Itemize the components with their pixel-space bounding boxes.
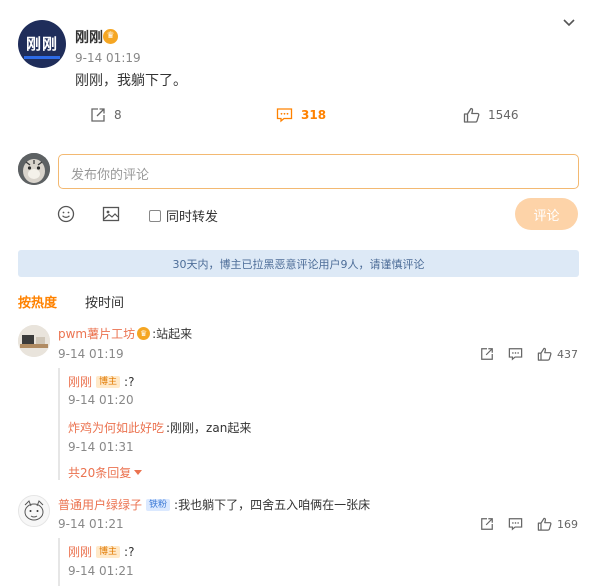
share-icon[interactable]	[480, 347, 494, 361]
avatar-logo-stripe	[24, 56, 60, 59]
comment-2-line: 普通用户绿绿子 铁粉 :我也躺下了，四舍五入咱俩在一张床	[58, 496, 370, 513]
comment-1-like-count: 437	[557, 347, 578, 361]
comment-1-text: :站起来	[152, 327, 193, 341]
comment-input[interactable]: 发布你的评论	[58, 154, 579, 189]
tab-sort-hot[interactable]: 按热度	[18, 292, 57, 311]
share-icon[interactable]	[480, 517, 494, 531]
repost-checkbox[interactable]: 同时转发	[149, 206, 218, 225]
avatar-logo-text: 刚刚	[25, 34, 58, 53]
comment-2-text: :我也躺下了，四舍五入咱俩在一张床	[174, 498, 371, 512]
share-button[interactable]: 8	[90, 107, 122, 123]
reply-line: 刚刚 博主 :?	[68, 543, 134, 560]
reply-time: 9-14 01:20	[68, 393, 134, 407]
post-time[interactable]: 9-14 01:19	[75, 51, 141, 65]
tiger-avatar-image	[18, 153, 50, 185]
caret-down-icon	[134, 469, 143, 475]
like-count: 1546	[488, 108, 519, 122]
desk-avatar-image	[18, 325, 50, 357]
author-name[interactable]: 刚刚	[75, 27, 103, 47]
vip-crown-icon: ♛	[137, 327, 151, 340]
comment-2-like-button[interactable]: 169	[537, 517, 578, 531]
comment-1-time: 9-14 01:19	[58, 347, 124, 361]
vip-crown-icon: ♛	[103, 29, 118, 44]
thumbs-up-icon	[537, 517, 552, 531]
reply-line: 刚刚 博主 :?	[68, 373, 134, 390]
submit-comment-button[interactable]: 评论	[515, 198, 578, 230]
tab-sort-time[interactable]: 按时间	[85, 292, 124, 311]
blogger-tag: 博主	[96, 545, 121, 558]
reply-user[interactable]: 刚刚	[68, 543, 92, 560]
comment-button[interactable]: 318	[276, 107, 326, 123]
comment-count: 318	[301, 108, 327, 122]
thumbs-up-icon	[537, 347, 552, 361]
chevron-down-icon[interactable]	[561, 14, 577, 30]
more-replies-link[interactable]: 共20条回复	[68, 464, 143, 481]
commenter-avatar[interactable]	[18, 495, 50, 527]
my-avatar[interactable]	[18, 153, 50, 185]
comment-2-user[interactable]: 普通用户绿绿子	[58, 496, 142, 513]
comment-2-actions: 169	[480, 517, 578, 531]
more-replies-label: 共20条回复	[68, 466, 132, 480]
comment-1-actions: 437	[480, 347, 578, 361]
reply-text: :?	[124, 544, 135, 559]
post-text: 刚刚，我躺下了。	[75, 73, 187, 89]
reply-text: :刚刚，zan起来	[166, 421, 252, 435]
reply-time: 9-14 01:31	[68, 440, 134, 454]
like-button[interactable]: 1546	[463, 107, 519, 123]
comment-1-like-button[interactable]: 437	[537, 347, 578, 361]
sketch-avatar-image	[19, 496, 49, 526]
reply-user[interactable]: 炸鸡为何如此好吃	[68, 419, 164, 436]
reply-time: 9-14 01:21	[68, 564, 134, 578]
blogger-tag: 博主	[96, 375, 121, 388]
reply-text: :?	[124, 374, 135, 389]
repost-label: 同时转发	[166, 210, 219, 225]
share-icon	[91, 108, 105, 122]
reply-line: 炸鸡为何如此好吃 :刚刚，zan起来	[68, 419, 251, 436]
reply-thread	[58, 538, 578, 586]
comment-icon	[276, 108, 293, 123]
comment-1-user[interactable]: pwm薯片工坊	[58, 325, 135, 342]
fan-level-tag: 铁粉	[146, 498, 171, 511]
comment-2-time: 9-14 01:21	[58, 517, 124, 531]
image-icon[interactable]	[102, 205, 120, 223]
reply-user[interactable]: 刚刚	[68, 373, 92, 390]
author-avatar[interactable]: 刚刚	[18, 20, 66, 68]
commenter-avatar[interactable]	[18, 325, 50, 357]
share-count: 8	[114, 108, 122, 122]
comment-1-line: pwm薯片工坊 ♛ :站起来	[58, 325, 192, 342]
comment-2-like-count: 169	[557, 517, 578, 531]
moderation-notice: 30天内，博主已拉黑恶意评论用户9人，请谨慎评论	[18, 250, 579, 277]
checkbox-box[interactable]	[149, 209, 161, 222]
emoji-icon[interactable]	[57, 205, 75, 223]
reply-icon[interactable]	[508, 347, 523, 361]
reply-icon[interactable]	[508, 517, 523, 531]
thumbs-up-icon	[463, 107, 480, 123]
